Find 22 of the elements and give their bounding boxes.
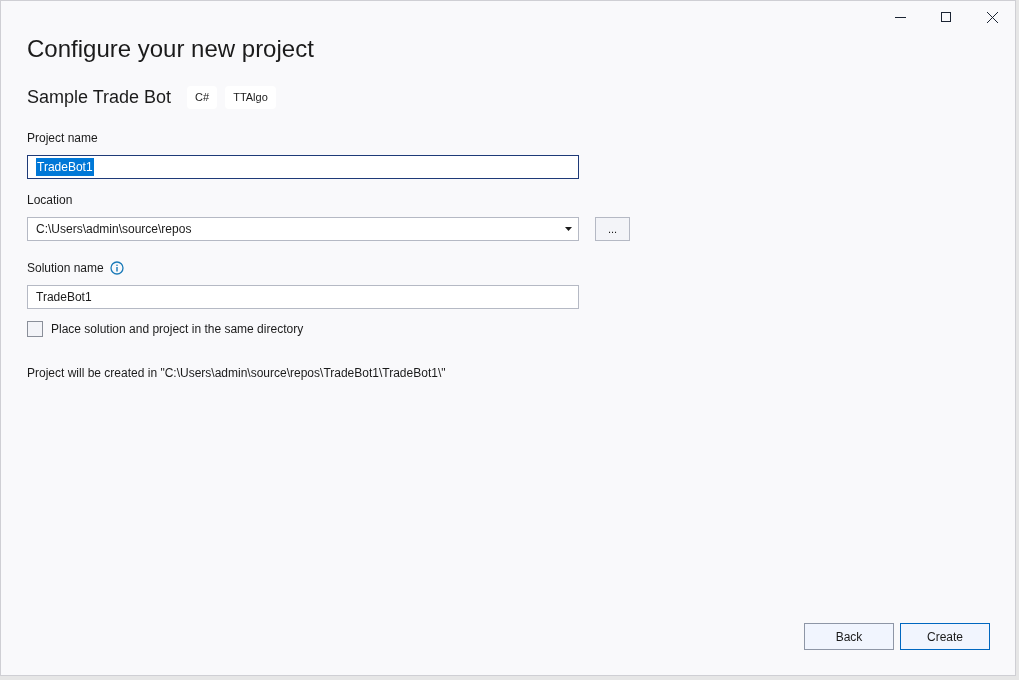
back-button[interactable]: Back [804,623,894,650]
checkbox[interactable] [27,321,43,337]
field-label: Solution name [27,260,104,277]
window-title: Configure your new project [27,34,314,64]
tag: C# [187,86,218,109]
solution-name-field[interactable]: TradeBot1 [27,285,579,309]
browse-button[interactable]: ... [595,217,630,241]
location-dropdown[interactable]: C:\Users\admin\source\repos [27,217,579,241]
template-name: Sample Trade Bot [27,86,172,109]
info-icon [109,261,124,275]
field-value: TradeBot1 [36,158,94,176]
minimize-icon [894,16,906,18]
caret-icon [565,227,572,231]
tag: TTAlgo [225,86,276,109]
project-name-field[interactable]: TradeBot1 [27,155,579,179]
field-label: Project name [27,130,98,147]
summary-text: Project will be created in "C:\Users\admin\source\repos\TradeBot1\TradeBot1\" [27,365,446,382]
maximize-icon [941,12,951,22]
checkbox-label: Place solution and project in the same directory [51,321,304,338]
create-button[interactable]: Create [900,623,990,650]
close-icon [986,11,998,23]
field-label: Location [27,192,73,209]
